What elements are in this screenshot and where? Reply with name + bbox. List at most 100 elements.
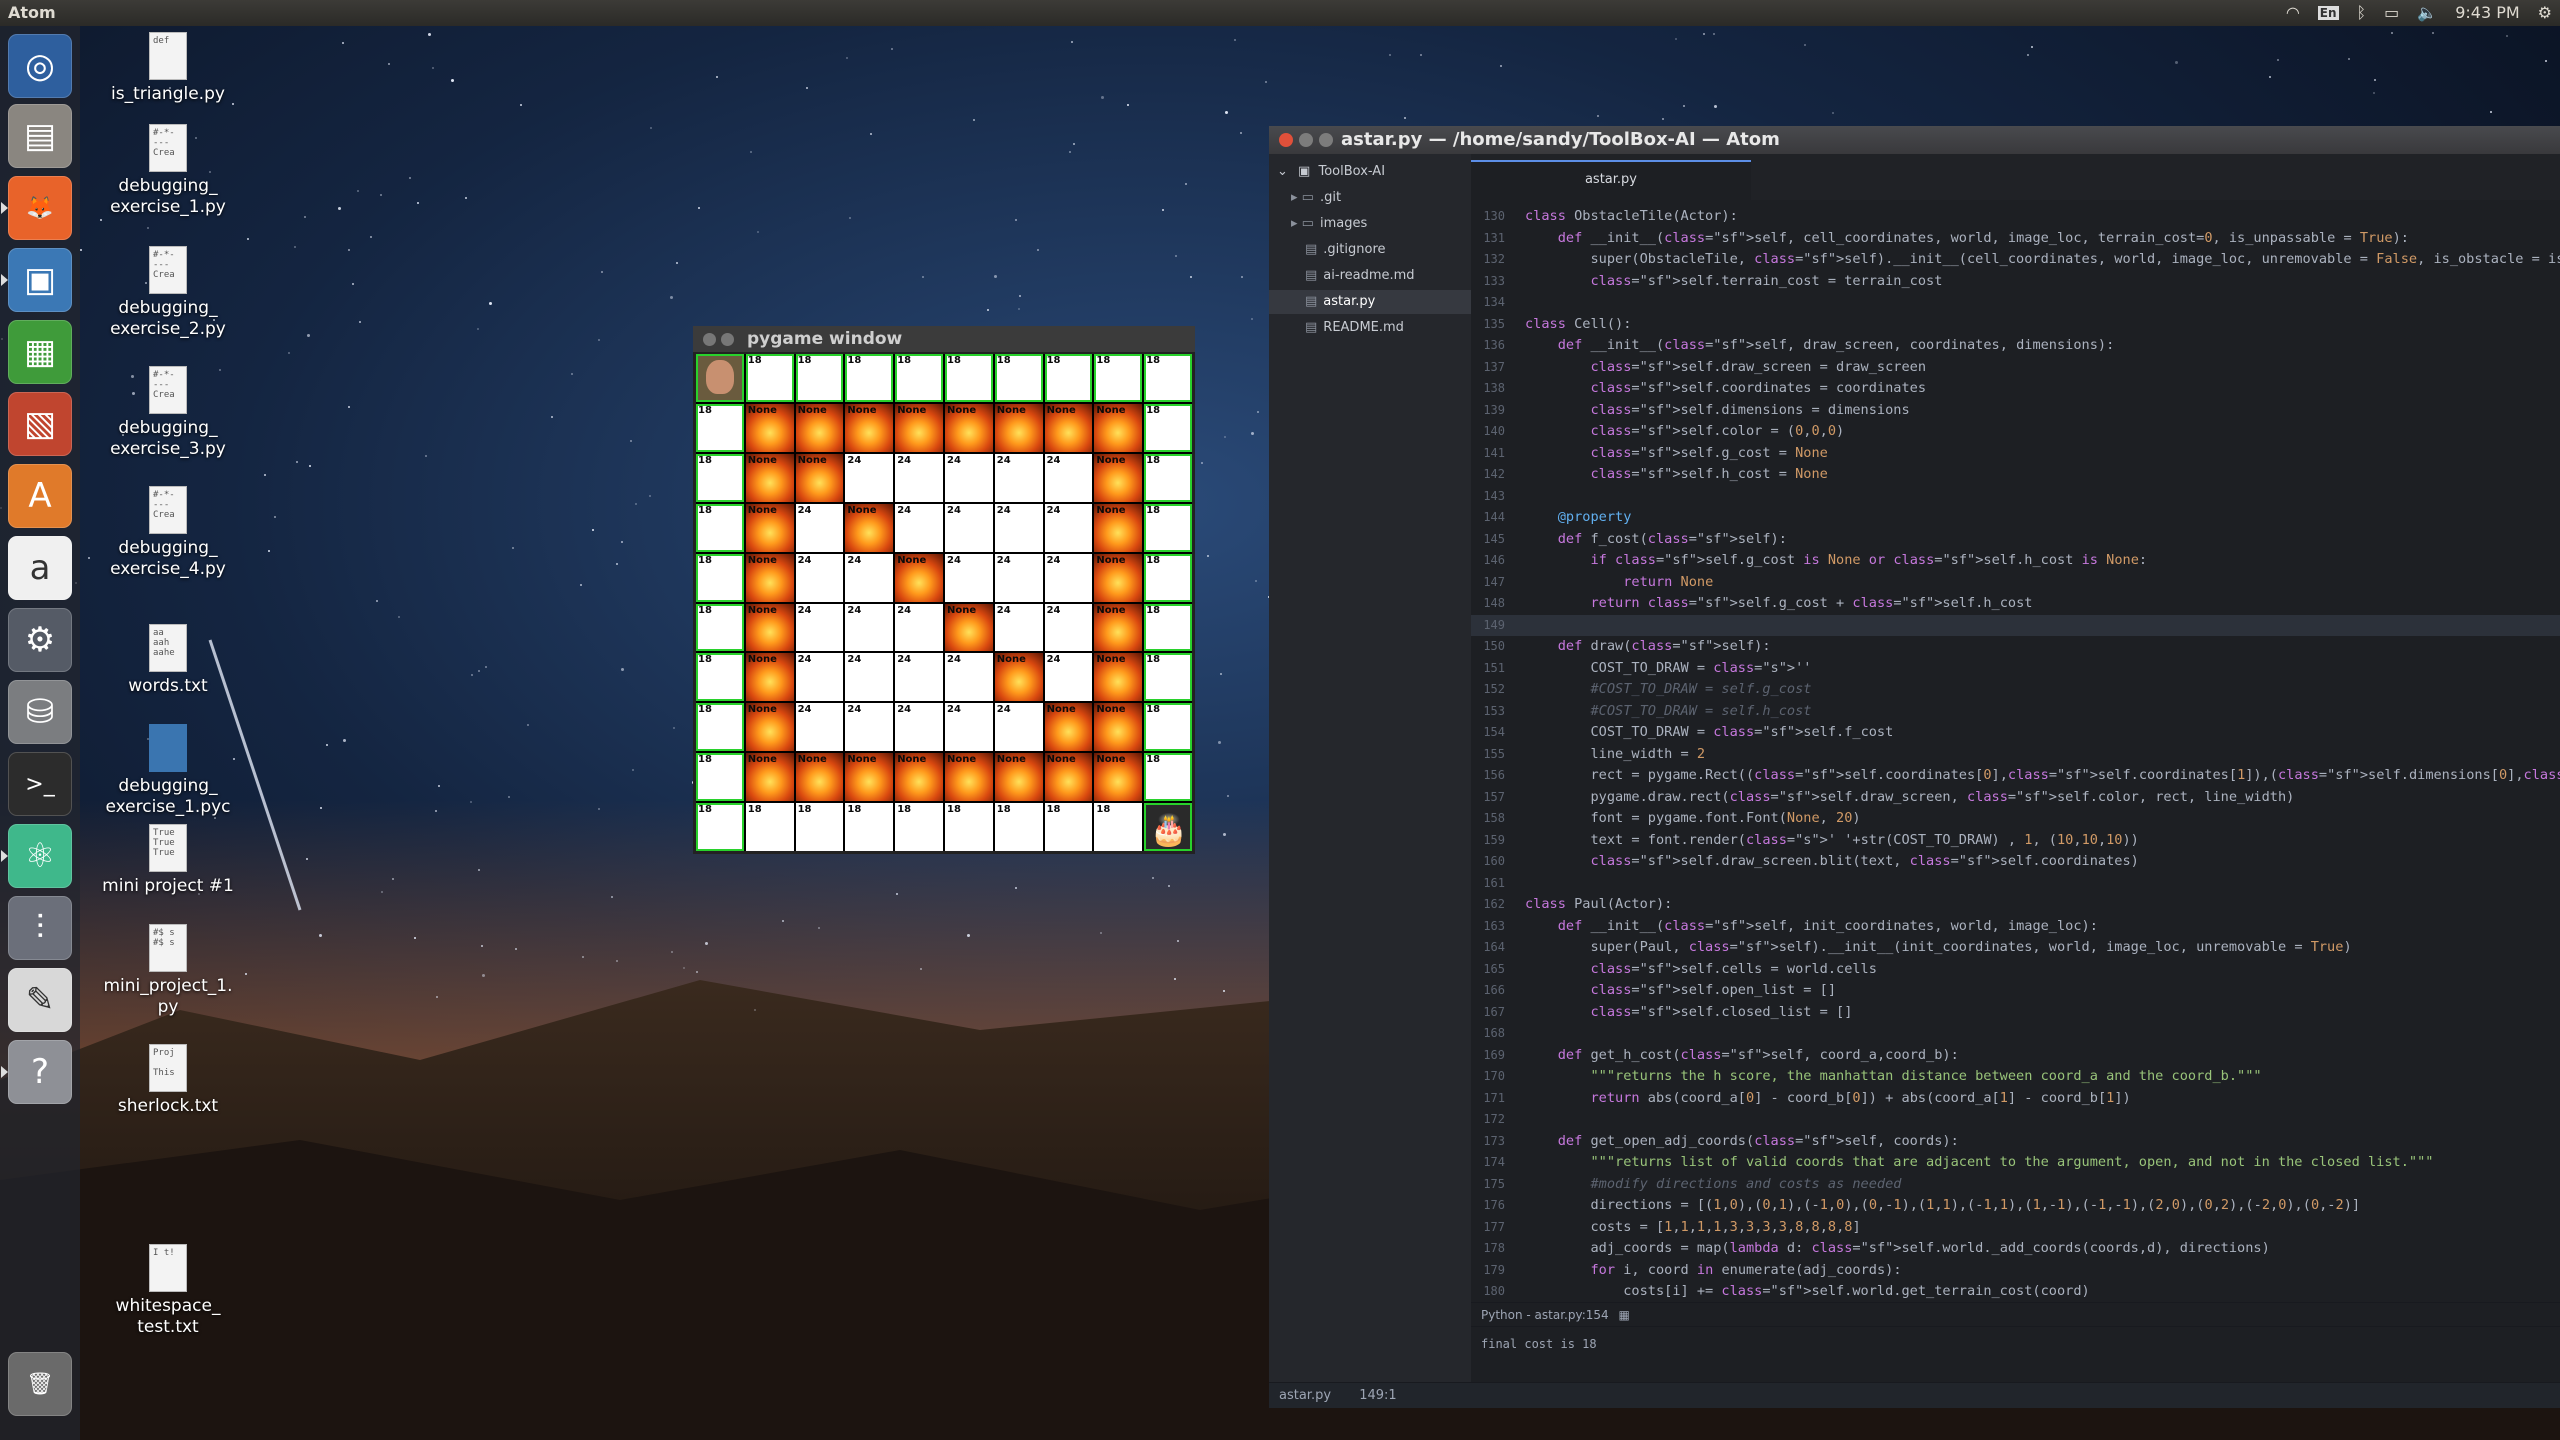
grid-cell[interactable]: 24 [944,703,993,752]
grid-cell[interactable]: 18 [1144,603,1192,652]
grid-cell[interactable]: 18 [745,354,794,402]
grid-cell[interactable]: 18 [895,354,943,402]
keyboard-indicator[interactable]: En [2317,5,2339,20]
wifi-icon[interactable]: ◠ [2286,3,2300,22]
grid-cell[interactable]: 18 [1144,703,1192,752]
code-line[interactable]: 147 return None [1471,572,2560,593]
status-file[interactable]: astar.py [1279,1388,1331,1403]
code-line[interactable]: 131 def __init__(class="sf">self, cell_c… [1471,228,2560,249]
firefox-icon[interactable]: 🦊 [8,176,72,240]
grid-cell[interactable]: 18 [1144,753,1192,802]
grid-cell[interactable]: 18 [1144,653,1192,702]
grid-cell[interactable]: 18 [696,553,744,602]
trash-icon[interactable]: 🗑 [8,1352,72,1416]
code-line[interactable]: 157 pygame.draw.rect(class="sf">self.dra… [1471,787,2560,808]
code-line[interactable]: 176 directions = [(1,0),(0,1),(-1,0),(0,… [1471,1195,2560,1216]
obstacle-cell[interactable]: None [745,403,794,452]
code-line[interactable]: 146 if class="sf">self.g_cost is None or… [1471,550,2560,571]
disk-icon[interactable]: ⛁ [8,680,72,744]
code-line[interactable]: 156 rect = pygame.Rect((class="sf">self.… [1471,765,2560,786]
desktop-file-icon[interactable]: #-*- --- Crea debugging_ exercise_4.py [78,486,258,580]
desktop-file-icon[interactable]: def is_triangle.py [78,32,258,105]
code-line[interactable]: 164 super(Paul, class="sf">self).__init_… [1471,937,2560,958]
files-icon[interactable]: ▤ [8,104,72,168]
grid-cell[interactable]: 24 [994,553,1043,602]
grid-cell[interactable]: 24 [1044,553,1093,602]
obstacle-cell[interactable]: None [1094,403,1143,452]
grid-cell[interactable]: 24 [1044,603,1093,652]
obstacle-cell[interactable]: None [944,403,993,452]
grid-cell[interactable]: 18 [994,803,1043,851]
code-line[interactable]: 180 costs[i] += class="sf">self.world.ge… [1471,1281,2560,1300]
astar-grid[interactable]: 18 18 18 18 18 18 18 18 18 18 None None None None None… [696,354,1192,851]
tree-root[interactable]: ⌄ ▣ ToolBox-AI [1269,160,1471,184]
desktop-file-icon[interactable]: #-*- --- Crea debugging_ exercise_3.py [78,366,258,460]
grid-cell[interactable]: 18 [1094,354,1143,402]
help-icon[interactable]: ? [8,1040,72,1104]
code-line[interactable]: 134 [1471,292,2560,313]
code-line[interactable]: 169 def get_h_cost(class="sf">self, coor… [1471,1045,2560,1066]
code-line[interactable]: 175 #modify directions and costs as need… [1471,1174,2560,1195]
grid-cell[interactable]: 24 [944,653,993,702]
atom-titlebar[interactable]: astar.py — /home/sandy/ToolBox-AI — Atom [1269,126,2560,154]
grid-cell[interactable]: 24 [994,703,1043,752]
tree-item[interactable]: ▤ astar.py [1269,290,1471,314]
grid-cell[interactable]: 24 [994,453,1043,502]
grid-cell[interactable]: 24 [895,653,943,702]
grid-cell[interactable]: 18 [696,753,744,802]
obstacle-cell[interactable]: None [745,653,794,702]
tree-view[interactable]: ⌄ ▣ ToolBox-AI ▸ ▭ .git ▸ ▭ images ▤ .gitigno… [1269,154,1471,1408]
obstacle-cell[interactable]: None [795,453,844,502]
shotwell-icon[interactable]: ▣ [8,248,72,312]
desktop-file-icon[interactable]: aa aah aahe words.txt [78,624,258,697]
grid-cell[interactable]: 18 [845,803,894,851]
grid-cell[interactable]: 18 [696,603,744,652]
code-line[interactable]: 177 costs = [1,1,1,1,3,3,3,3,8,8,8,8] [1471,1217,2560,1238]
close-icon[interactable] [703,333,716,346]
impress-icon[interactable]: ▧ [8,392,72,456]
code-line[interactable]: 142 class="sf">self.h_cost = None [1471,464,2560,485]
code-editor[interactable]: 130 class ObstacleTile(Actor): 131 def __i… [1471,200,2560,1300]
pygame-window[interactable]: pygame window 18 18 18 18 18 18 18 18 18 18 None No… [693,326,1195,854]
tree-item[interactable]: ▤ README.md [1269,316,1471,340]
grid-cell[interactable]: 24 [845,603,894,652]
grid-cell[interactable]: 24 [895,603,943,652]
grid-cell[interactable]: 24 [994,503,1043,552]
code-line[interactable]: 171 return abs(coord_a[0] - coord_b[0]) … [1471,1088,2560,1109]
obstacle-cell[interactable]: None [795,403,844,452]
battery-icon[interactable]: ▭ [2384,3,2399,22]
obstacle-cell[interactable]: None [745,553,794,602]
grid-cell[interactable]: 24 [895,453,943,502]
code-line[interactable]: 168 [1471,1023,2560,1044]
pygame-titlebar[interactable]: pygame window [693,326,1195,352]
obstacle-cell[interactable]: None [895,753,943,802]
goal-cake-cell[interactable]: 🎂 [1144,803,1192,851]
grid-cell[interactable]: 24 [795,603,844,652]
obstacle-cell[interactable]: None [994,403,1043,452]
maximize-icon[interactable] [1319,133,1333,147]
grid-cell[interactable]: 18 [1144,553,1192,602]
obstacle-cell[interactable]: None [795,753,844,802]
desktop-file-icon[interactable]: #-*- --- Crea debugging_ exercise_1.py [78,124,258,218]
grid-cell[interactable]: 24 [795,553,844,602]
code-line[interactable]: 132 super(ObstacleTile, class="sf">self)… [1471,249,2560,270]
clipboard-icon[interactable]: ▦ [1619,1308,1630,1322]
grid-cell[interactable]: 18 [696,653,744,702]
grid-cell[interactable]: 24 [944,453,993,502]
grid-cell[interactable]: 18 [944,354,993,402]
obstacle-cell[interactable]: None [1044,753,1093,802]
clock[interactable]: 9:43 PM [2455,3,2519,22]
code-line[interactable]: 160 class="sf">self.draw_screen.blit(tex… [1471,851,2560,872]
minimize-icon[interactable] [721,333,734,346]
grid-cell[interactable]: 24 [895,503,943,552]
code-line[interactable]: 166 class="sf">self.open_list = [] [1471,980,2560,1001]
grid-cell[interactable]: 18 [696,503,744,552]
code-line[interactable]: 153 #COST_TO_DRAW = self.h_cost [1471,701,2560,722]
code-line[interactable]: 162 class Paul(Actor): [1471,894,2560,915]
close-icon[interactable] [1279,133,1293,147]
volume-icon[interactable]: 🔈 [2417,3,2437,22]
code-line[interactable]: 138 class="sf">self.coordinates = coordi… [1471,378,2560,399]
grid-cell[interactable]: 18 [1144,403,1192,452]
gear-icon[interactable]: ⚙ [2538,3,2552,22]
code-line[interactable]: 144 @property [1471,507,2560,528]
